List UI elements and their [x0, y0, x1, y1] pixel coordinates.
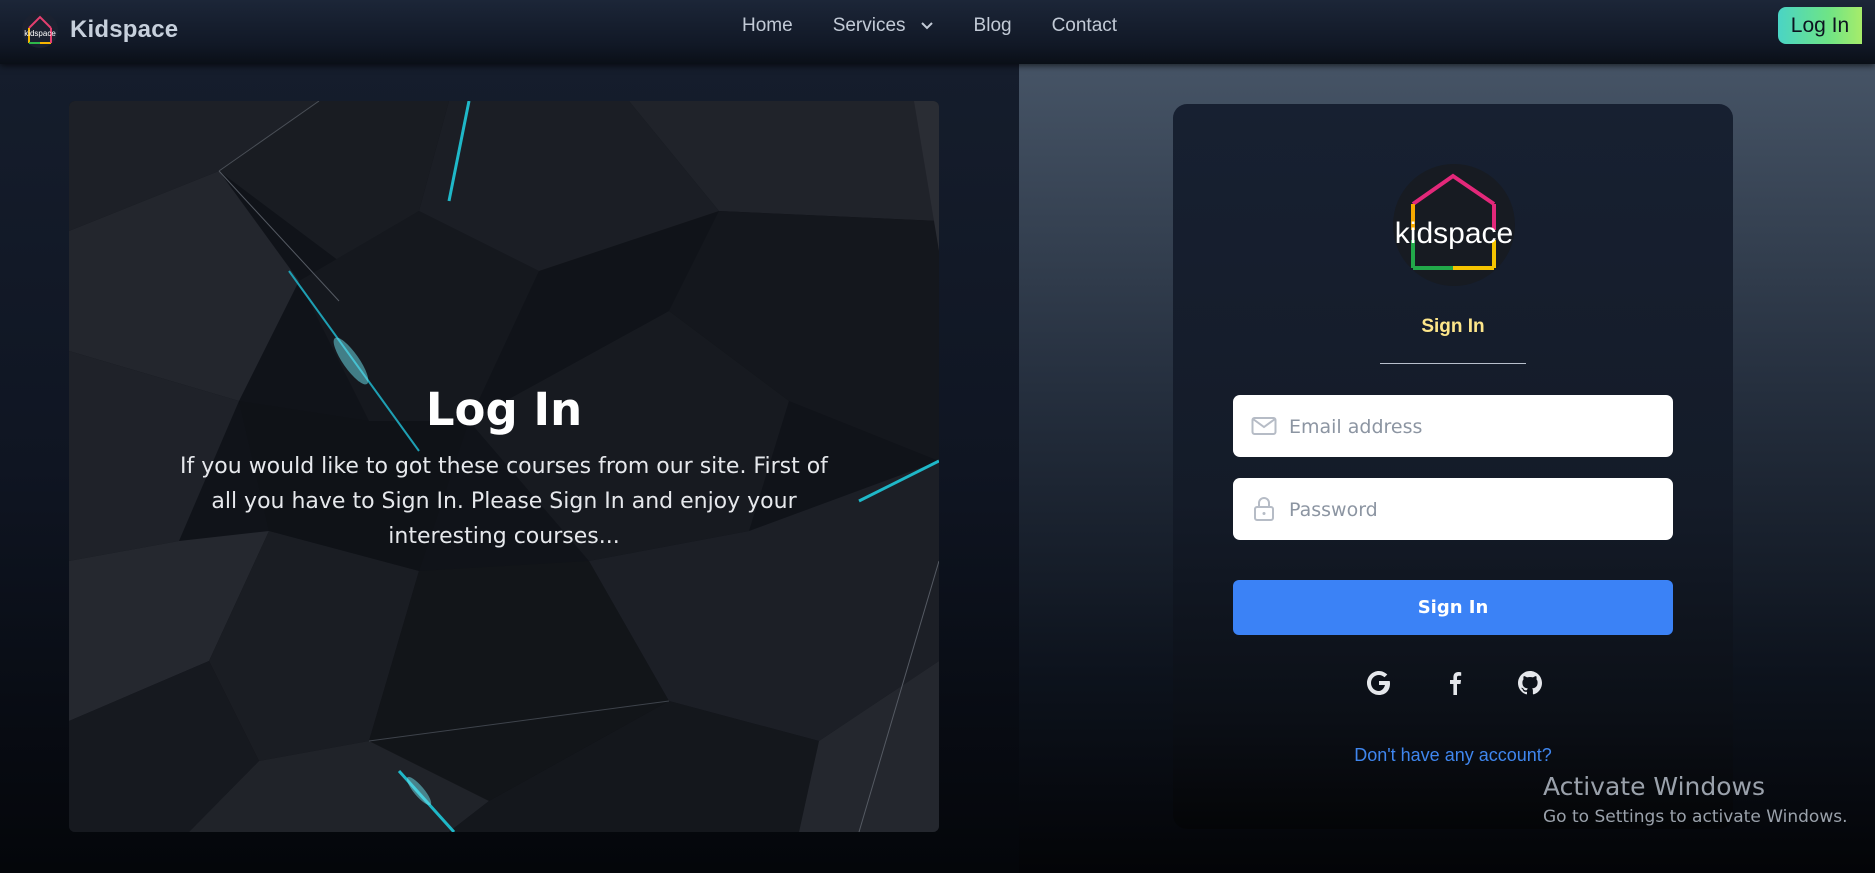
kidspace-logo: kidspace: [1393, 164, 1515, 286]
svg-text:kidspace: kidspace: [24, 29, 56, 38]
svg-text:kidspace: kidspace: [1395, 217, 1513, 250]
tab-sign-in[interactable]: Sign In: [1380, 316, 1526, 338]
nav-links: Home Services Blog Contact: [742, 0, 1157, 52]
google-icon[interactable]: [1364, 668, 1394, 698]
email-input[interactable]: [1287, 395, 1661, 459]
nav-link-home[interactable]: Home: [742, 15, 793, 37]
kidspace-logo-icon: kidspace: [22, 12, 58, 48]
nav-link-services-label: Services: [832, 15, 906, 36]
nav-link-services[interactable]: Services: [833, 15, 934, 37]
brand[interactable]: kidspace Kidspace: [22, 8, 178, 52]
chevron-down-icon: [920, 22, 933, 30]
github-icon[interactable]: [1515, 668, 1545, 698]
navbar: kidspace Kidspace Home Services Blog Con…: [0, 0, 1875, 64]
windows-activation-title: Activate Windows: [1543, 772, 1765, 801]
facebook-icon[interactable]: [1440, 668, 1470, 698]
password-input[interactable]: [1287, 478, 1661, 542]
windows-activation-subtitle: Go to Settings to activate Windows.: [1543, 807, 1848, 827]
tab-underline: [1380, 363, 1526, 364]
hero-description: If you would like to got these courses f…: [180, 454, 828, 549]
hero-panel: Log In If you would like to got these co…: [69, 101, 939, 832]
hero-title: Log In: [425, 383, 583, 436]
mail-icon: [1251, 417, 1277, 435]
kidspace-logo-icon: kidspace: [1395, 173, 1513, 270]
brand-name: Kidspace: [70, 16, 179, 43]
sign-in-button[interactable]: Sign In: [1233, 580, 1673, 635]
login-button[interactable]: Log In: [1778, 7, 1862, 44]
lock-icon: [1254, 497, 1274, 521]
signup-link[interactable]: Don't have any account?: [1280, 745, 1626, 766]
nav-link-blog[interactable]: Blog: [974, 15, 1012, 37]
email-field[interactable]: [1233, 395, 1673, 459]
password-field[interactable]: [1233, 478, 1673, 542]
nav-link-contact[interactable]: Contact: [1052, 15, 1117, 37]
